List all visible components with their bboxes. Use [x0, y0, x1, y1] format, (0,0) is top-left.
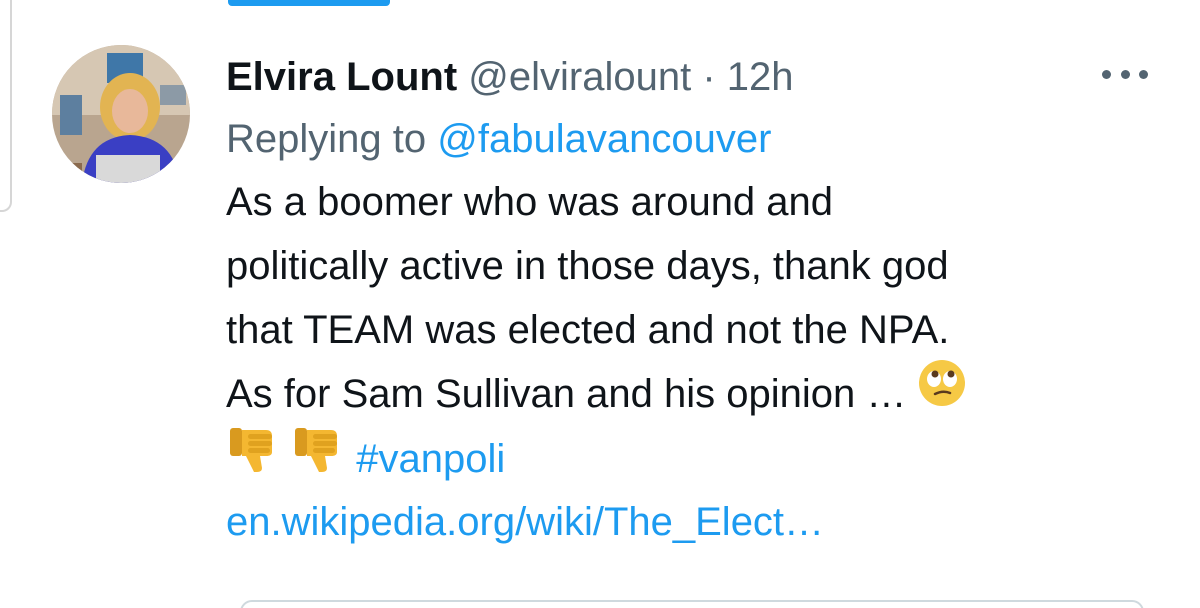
more-horizontal-icon	[1102, 69, 1111, 79]
face-with-rolling-eyes-icon	[917, 358, 967, 427]
more-horizontal-icon	[1120, 69, 1130, 79]
hashtag-link[interactable]: #vanpoli	[356, 437, 505, 481]
more-horizontal-icon	[1139, 69, 1148, 79]
thumbs-down-icon	[226, 422, 280, 493]
left-panel-edge	[0, 0, 12, 212]
tweet-header: Elvira Lount @elviralount · 12h	[226, 46, 1186, 108]
top-tab-indicator	[228, 0, 390, 6]
link-line: en.wikipedia.org/wiki/The_Elect…	[226, 490, 1186, 554]
wikipedia-link[interactable]: en.wikipedia.org/wiki/The_Elect…	[226, 500, 824, 544]
tweet-timestamp[interactable]: 12h	[727, 55, 794, 99]
replying-to-mention[interactable]: @fabulavancouver	[437, 117, 771, 161]
tweet-body: Elvira Lount @elviralount · 12h Replying…	[226, 46, 1186, 554]
tweet-text-line: As a boomer who was around and	[226, 180, 834, 224]
thumbs-down-icon	[291, 422, 345, 493]
more-options-button[interactable]	[1100, 62, 1150, 86]
avatar[interactable]	[52, 45, 190, 183]
link-preview-card[interactable]	[240, 600, 1144, 608]
author-handle[interactable]: @elviralount	[468, 55, 691, 99]
tweet-text-segment: As for Sam Sullivan and his opinion …	[226, 372, 907, 417]
header-separator: ·	[702, 55, 716, 99]
tweet-text: As a boomer who was around and political…	[226, 170, 1186, 554]
emoji-hashtag-line: #vanpoli	[226, 426, 1186, 490]
replying-to-label: Replying to	[226, 117, 427, 161]
author-name[interactable]: Elvira Lount	[226, 55, 457, 99]
tweet-text-line: politically active in those days, thank …	[226, 244, 949, 288]
tweet-text-line-with-emoji: As for Sam Sullivan and his opinion …	[226, 360, 1186, 426]
replying-to-line: Replying to @fabulavancouver	[226, 108, 1186, 170]
tweet-text-line: that TEAM was elected and not the NPA.	[226, 308, 950, 352]
